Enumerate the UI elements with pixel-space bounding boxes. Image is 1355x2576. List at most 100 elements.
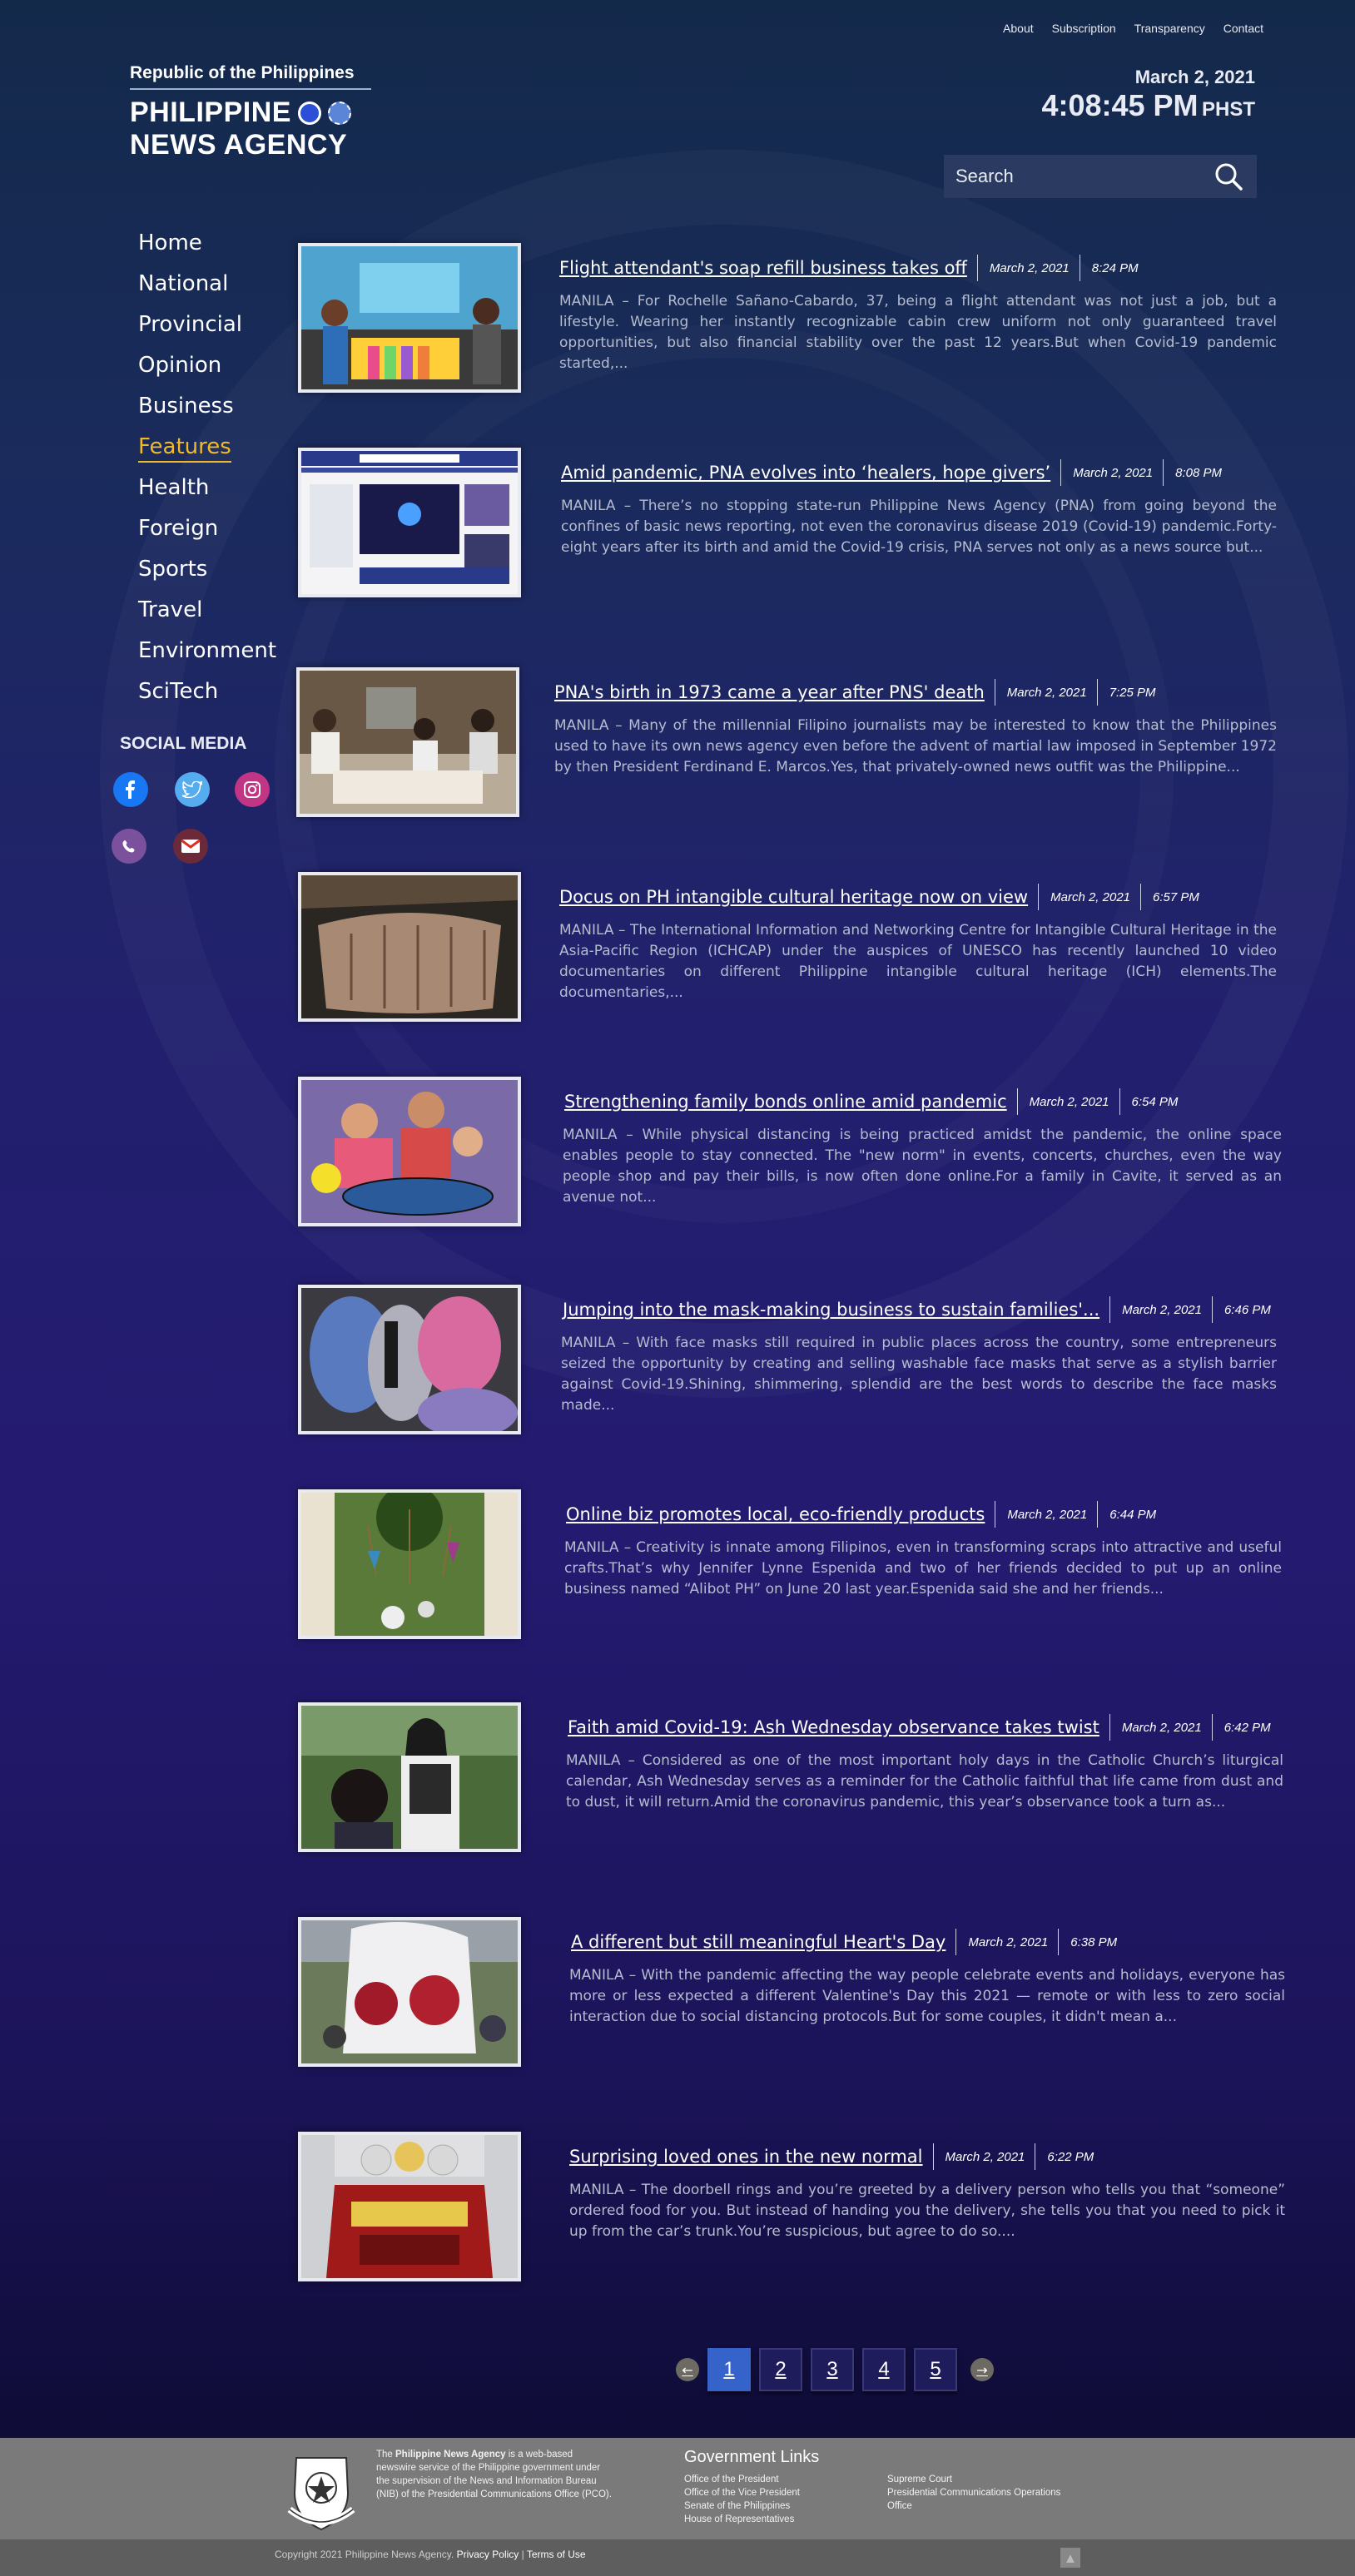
article-thumbnail[interactable] <box>298 1917 521 2067</box>
sidebar-item-environment[interactable]: Environment <box>138 634 288 675</box>
copyright-bar: Copyright 2021 Philippine News Agency. P… <box>0 2539 1355 2576</box>
gov-link-ovp[interactable]: Office of the Vice President <box>684 2486 800 2499</box>
article-thumbnail[interactable] <box>298 2132 521 2281</box>
article-thumbnail[interactable] <box>298 448 521 597</box>
government-links-title: Government Links <box>684 2448 820 2466</box>
article-thumbnail[interactable] <box>298 1285 521 1434</box>
article-excerpt: MANILA – The doorbell rings and you’re g… <box>569 2182 1285 2240</box>
article-thumbnail[interactable] <box>296 667 519 817</box>
instagram-icon[interactable] <box>235 772 270 807</box>
sidebar-item-health[interactable]: Health <box>138 471 288 512</box>
article-thumbnail[interactable] <box>298 1077 521 1226</box>
article-header: Strengthening family bonds online amid p… <box>564 1088 1178 1115</box>
page-button-4[interactable]: 4 <box>862 2348 906 2391</box>
divider <box>1097 1501 1099 1528</box>
gov-link-supreme-court[interactable]: Supreme Court <box>887 2473 1060 2486</box>
article-date: March 2, 2021 <box>945 2149 1025 2164</box>
article-title[interactable]: A different but still meaningful Heart's… <box>571 1932 946 1952</box>
category-sidebar: Home National Provincial Opinion Busines… <box>138 226 288 716</box>
gov-link-pcoo[interactable]: Presidential Communications Operations <box>887 2486 1060 2499</box>
article-thumbnail[interactable] <box>298 243 521 393</box>
terms-of-use-link[interactable]: Terms of Use <box>527 2549 586 2560</box>
article-date: March 2, 2021 <box>1121 1720 1202 1735</box>
gmail-icon[interactable] <box>173 829 208 864</box>
sidebar-item-label: Foreign <box>138 516 219 541</box>
article-thumbnail[interactable] <box>298 872 521 1022</box>
page-button-2[interactable]: 2 <box>759 2348 802 2391</box>
sidebar-item-label: Provincial <box>138 312 243 337</box>
article-time: 7:25 PM <box>1109 685 1156 700</box>
article-date: March 2, 2021 <box>989 260 1070 275</box>
next-page-arrow-icon[interactable]: → <box>970 2358 994 2381</box>
sidebar-item-sports[interactable]: Sports <box>138 552 288 593</box>
top-nav: About Subscription Transparency Contact <box>1003 22 1263 35</box>
current-time: 4:08:45 PM <box>1041 88 1199 122</box>
sidebar-item-provincial[interactable]: Provincial <box>138 308 288 349</box>
nav-contact-link[interactable]: Contact <box>1223 22 1263 35</box>
divider <box>1163 459 1164 486</box>
sidebar-item-scitech[interactable]: SciTech <box>138 675 288 716</box>
sidebar-item-business[interactable]: Business <box>138 389 288 430</box>
article-title[interactable]: Amid pandemic, PNA evolves into ‘healers… <box>561 463 1050 483</box>
timezone-label: PHST <box>1201 98 1255 121</box>
article-title[interactable]: Faith amid Covid-19: Ash Wednesday obser… <box>568 1717 1099 1737</box>
page-button-1[interactable]: 1 <box>707 2348 751 2391</box>
sidebar-item-national[interactable]: National <box>138 267 288 308</box>
divider <box>1211 1714 1213 1741</box>
gov-link-house[interactable]: House of Representatives <box>684 2513 800 2526</box>
article-excerpt: MANILA – Creativity is innate among Fili… <box>564 1539 1282 1598</box>
article-title[interactable]: Online biz promotes local, eco-friendly … <box>566 1504 985 1524</box>
page-button-3[interactable]: 3 <box>811 2348 854 2391</box>
nav-transparency-link[interactable]: Transparency <box>1134 22 1205 35</box>
article-header: PNA's birth in 1973 came a year after PN… <box>554 679 1156 706</box>
divider <box>1058 1929 1060 1955</box>
article-title[interactable]: Flight attendant's soap refill business … <box>559 258 967 278</box>
article-title[interactable]: PNA's birth in 1973 came a year after PN… <box>554 682 985 702</box>
back-to-top-icon[interactable]: ▲ <box>1060 2548 1080 2568</box>
article-title[interactable]: Surprising loved ones in the new normal <box>569 2147 923 2167</box>
site-logo[interactable]: Republic of the Philippines PHILIPPINE N… <box>130 63 371 161</box>
search-input[interactable] <box>955 166 1205 187</box>
article-thumbnail[interactable] <box>298 1702 521 1852</box>
logo-line1-row: PHILIPPINE <box>130 97 371 129</box>
article-thumbnail[interactable] <box>298 1489 521 1639</box>
article-header: Jumping into the mask-making business to… <box>563 1296 1271 1323</box>
privacy-policy-link[interactable]: Privacy Policy <box>457 2549 519 2560</box>
article-title[interactable]: Docus on PH intangible cultural heritage… <box>559 887 1028 907</box>
search-icon[interactable] <box>1214 161 1243 191</box>
gov-link-senate[interactable]: Senate of the Philippines <box>684 2499 800 2513</box>
prev-page-arrow-icon[interactable]: ← <box>676 2358 699 2381</box>
article-date: March 2, 2021 <box>1122 1302 1202 1317</box>
pna-emblem-icon <box>297 101 321 125</box>
sidebar-item-opinion[interactable]: Opinion <box>138 349 288 389</box>
divider <box>932 2143 934 2170</box>
page-button-5[interactable]: 5 <box>914 2348 957 2391</box>
article-date: March 2, 2021 <box>968 1934 1049 1949</box>
divider <box>1211 1296 1213 1323</box>
copyright-text: Copyright 2021 Philippine News Agency. P… <box>275 2549 586 2560</box>
gov-link-op[interactable]: Office of the President <box>684 2473 800 2486</box>
sidebar-item-foreign[interactable]: Foreign <box>138 512 288 552</box>
twitter-icon[interactable] <box>175 772 210 807</box>
article-item: Strengthening family bonds online amid p… <box>298 1077 1282 1228</box>
sidebar-item-features[interactable]: Features <box>138 430 288 471</box>
article-title[interactable]: Strengthening family bonds online amid p… <box>564 1092 1007 1112</box>
pco-seal-icon <box>327 101 351 125</box>
divider <box>1096 679 1098 706</box>
sidebar-item-travel[interactable]: Travel <box>138 593 288 634</box>
divider <box>976 255 978 281</box>
viber-icon[interactable] <box>112 829 146 864</box>
sidebar-item-home[interactable]: Home <box>138 226 288 267</box>
sidebar-item-label: Opinion <box>138 353 222 378</box>
article-header: Docus on PH intangible cultural heritage… <box>559 884 1199 910</box>
article-date: March 2, 2021 <box>1050 889 1130 904</box>
nav-about-link[interactable]: About <box>1003 22 1034 35</box>
article-title[interactable]: Jumping into the mask-making business to… <box>563 1300 1099 1320</box>
footer-about-text: The Philippine News Agency is a web-base… <box>376 2448 613 2501</box>
article-item: Amid pandemic, PNA evolves into ‘healers… <box>298 448 1280 599</box>
nav-subscription-link[interactable]: Subscription <box>1052 22 1116 35</box>
article-header: Amid pandemic, PNA evolves into ‘healers… <box>561 459 1222 486</box>
article-time: 8:08 PM <box>1175 465 1222 480</box>
footer-about-pre: The <box>376 2450 396 2460</box>
facebook-icon[interactable] <box>113 772 148 807</box>
